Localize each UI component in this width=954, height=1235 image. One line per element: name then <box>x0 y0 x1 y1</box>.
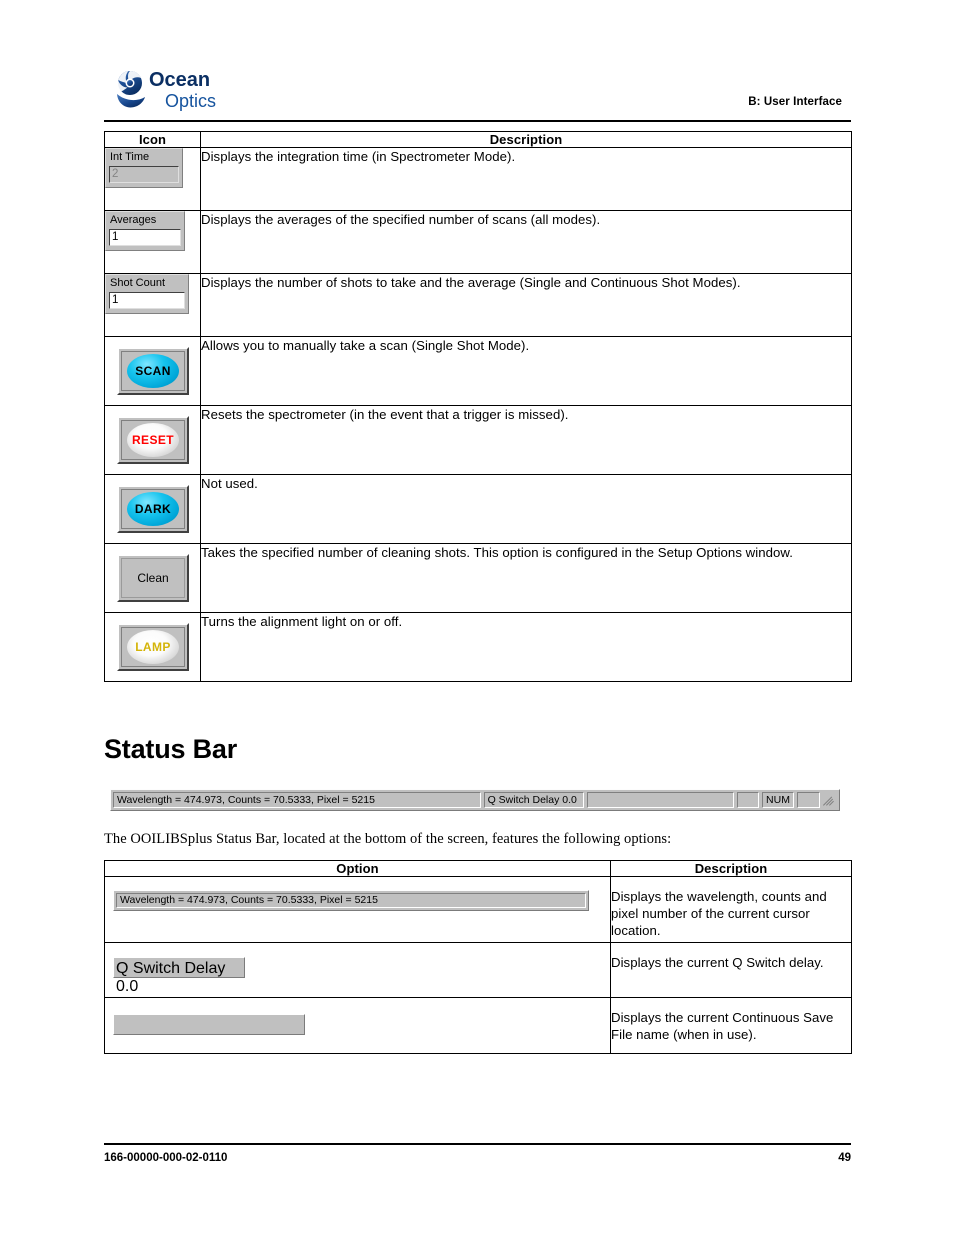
averages-label: Averages <box>110 214 157 226</box>
icon-cell-shot-count: Shot Count 1 <box>104 273 201 337</box>
status-pane-wavelength: Wavelength = 474.973, Counts = 70.5333, … <box>113 792 481 808</box>
column-header-description: Description <box>200 131 852 148</box>
description-dark: Not used. <box>200 474 852 544</box>
clean-button[interactable]: Clean <box>117 554 189 602</box>
icon-cell-dark: DARK <box>104 474 201 544</box>
footer-document-number: 166-00000-000-02-0110 <box>104 1152 228 1164</box>
option-cell-wavelength: Wavelength = 474.973, Counts = 70.5333, … <box>104 876 611 943</box>
footer-page-number: 49 <box>838 1152 851 1164</box>
averages-widget[interactable]: Averages 1 <box>105 211 185 251</box>
table-row: Q Switch Delay 0.0 Displays the current … <box>104 942 852 998</box>
table-row: SCAN Allows you to manually take a scan … <box>104 336 852 406</box>
description-averages: Displays the averages of the specified n… <box>200 210 852 274</box>
icon-cell-reset: RESET <box>104 405 201 475</box>
shot-count-input[interactable]: 1 <box>109 292 185 309</box>
dark-led: DARK <box>127 492 179 526</box>
option-cell-qswitch: Q Switch Delay 0.0 <box>104 942 611 998</box>
table-header-row: Icon Description <box>104 131 852 148</box>
status-bar-figure: Wavelength = 474.973, Counts = 70.5333, … <box>110 789 840 811</box>
resize-grip-icon[interactable] <box>823 792 837 808</box>
status-pane-savefile <box>586 792 735 808</box>
table-row: Int Time 2 Displays the integration time… <box>104 147 852 211</box>
int-time-label: Int Time <box>110 151 150 163</box>
ocean-optics-logo: Ocean Optics <box>112 66 238 116</box>
document-page: Ocean Optics B: User Interface Icon Desc… <box>0 0 954 1235</box>
description-reset: Resets the spectrometer (in the event th… <box>200 405 852 475</box>
status-pane-num: NUM <box>762 792 794 808</box>
description-wavelength-pane: Displays the wavelength, counts and pixe… <box>610 876 852 943</box>
option-cell-savefile <box>104 997 611 1054</box>
table-row: LAMP Turns the alignment light on or off… <box>104 612 852 682</box>
page-header: Ocean Optics B: User Interface <box>104 66 850 118</box>
qswitch-status-pane-text: Q Switch Delay 0.0 <box>116 960 226 995</box>
description-shot-count: Displays the number of shots to take and… <box>200 273 852 337</box>
svg-text:Optics: Optics <box>165 91 216 111</box>
qswitch-status-pane-widget: Q Switch Delay 0.0 <box>113 957 245 995</box>
table-row: Averages 1 Displays the averages of the … <box>104 210 852 274</box>
description-qswitch-pane: Displays the current Q Switch delay. <box>610 942 852 998</box>
scan-button[interactable]: SCAN <box>117 347 189 395</box>
icon-cell-scan: SCAN <box>104 336 201 406</box>
wavelength-status-pane-widget: Wavelength = 474.973, Counts = 70.5333, … <box>113 890 589 911</box>
shot-count-label: Shot Count <box>110 277 166 289</box>
lamp-led: LAMP <box>127 630 179 664</box>
icon-cell-int-time: Int Time 2 <box>104 147 201 211</box>
table-row: RESET Resets the spectrometer (in the ev… <box>104 405 852 475</box>
icon-cell-lamp: LAMP <box>104 612 201 682</box>
status-pane-qswitch: Q Switch Delay 0.0 <box>483 792 584 808</box>
description-scan: Allows you to manually take a scan (Sing… <box>200 336 852 406</box>
reset-button[interactable]: RESET <box>117 416 189 464</box>
icon-description-table: Icon Description Int Time 2 Displays the… <box>104 131 852 682</box>
int-time-input[interactable]: 2 <box>109 166 179 183</box>
icon-cell-clean: Clean <box>104 543 201 613</box>
table-row: Clean Takes the specified number of clea… <box>104 543 852 613</box>
dark-button[interactable]: DARK <box>117 485 189 533</box>
description-savefile-pane: Displays the current Continuous Save Fil… <box>610 997 852 1054</box>
table-row: Shot Count 1 Displays the number of shot… <box>104 273 852 337</box>
lamp-button[interactable]: LAMP <box>117 623 189 671</box>
table-header-row: Option Description <box>104 860 852 877</box>
table-row: Displays the current Continuous Save Fil… <box>104 997 852 1054</box>
table-row: Wavelength = 474.973, Counts = 70.5333, … <box>104 876 852 943</box>
section-heading-status-bar: Status Bar <box>104 734 238 764</box>
svg-text:Ocean: Ocean <box>149 69 210 91</box>
status-bar-intro-paragraph: The OOILIBSplus Status Bar, located at t… <box>104 831 672 847</box>
wavelength-status-pane-text: Wavelength = 474.973, Counts = 70.5333, … <box>116 893 586 908</box>
table-row: DARK Not used. <box>104 474 852 544</box>
clean-button-label: Clean <box>137 571 169 585</box>
savefile-status-pane-widget <box>113 1014 305 1035</box>
status-pane-spacer <box>737 792 760 808</box>
averages-input[interactable]: 1 <box>109 229 181 246</box>
description-clean: Takes the specified number of cleaning s… <box>200 543 852 613</box>
int-time-widget[interactable]: Int Time 2 <box>105 148 183 188</box>
scan-led: SCAN <box>127 354 179 388</box>
shot-count-widget[interactable]: Shot Count 1 <box>105 274 189 314</box>
icon-cell-averages: Averages 1 <box>104 210 201 274</box>
description-lamp: Turns the alignment light on or off. <box>200 612 852 682</box>
option-description-table: Option Description Wavelength = 474.973,… <box>104 860 852 1054</box>
footer-divider <box>104 1143 851 1145</box>
description-int-time: Displays the integration time (in Spectr… <box>200 147 852 211</box>
column-header-description-2: Description <box>610 860 852 877</box>
reset-led: RESET <box>127 423 179 457</box>
header-section-title: B: User Interface <box>748 96 842 108</box>
header-divider <box>104 120 851 122</box>
column-header-icon: Icon <box>104 131 201 148</box>
status-pane-trailing <box>796 792 821 808</box>
column-header-option: Option <box>104 860 611 877</box>
